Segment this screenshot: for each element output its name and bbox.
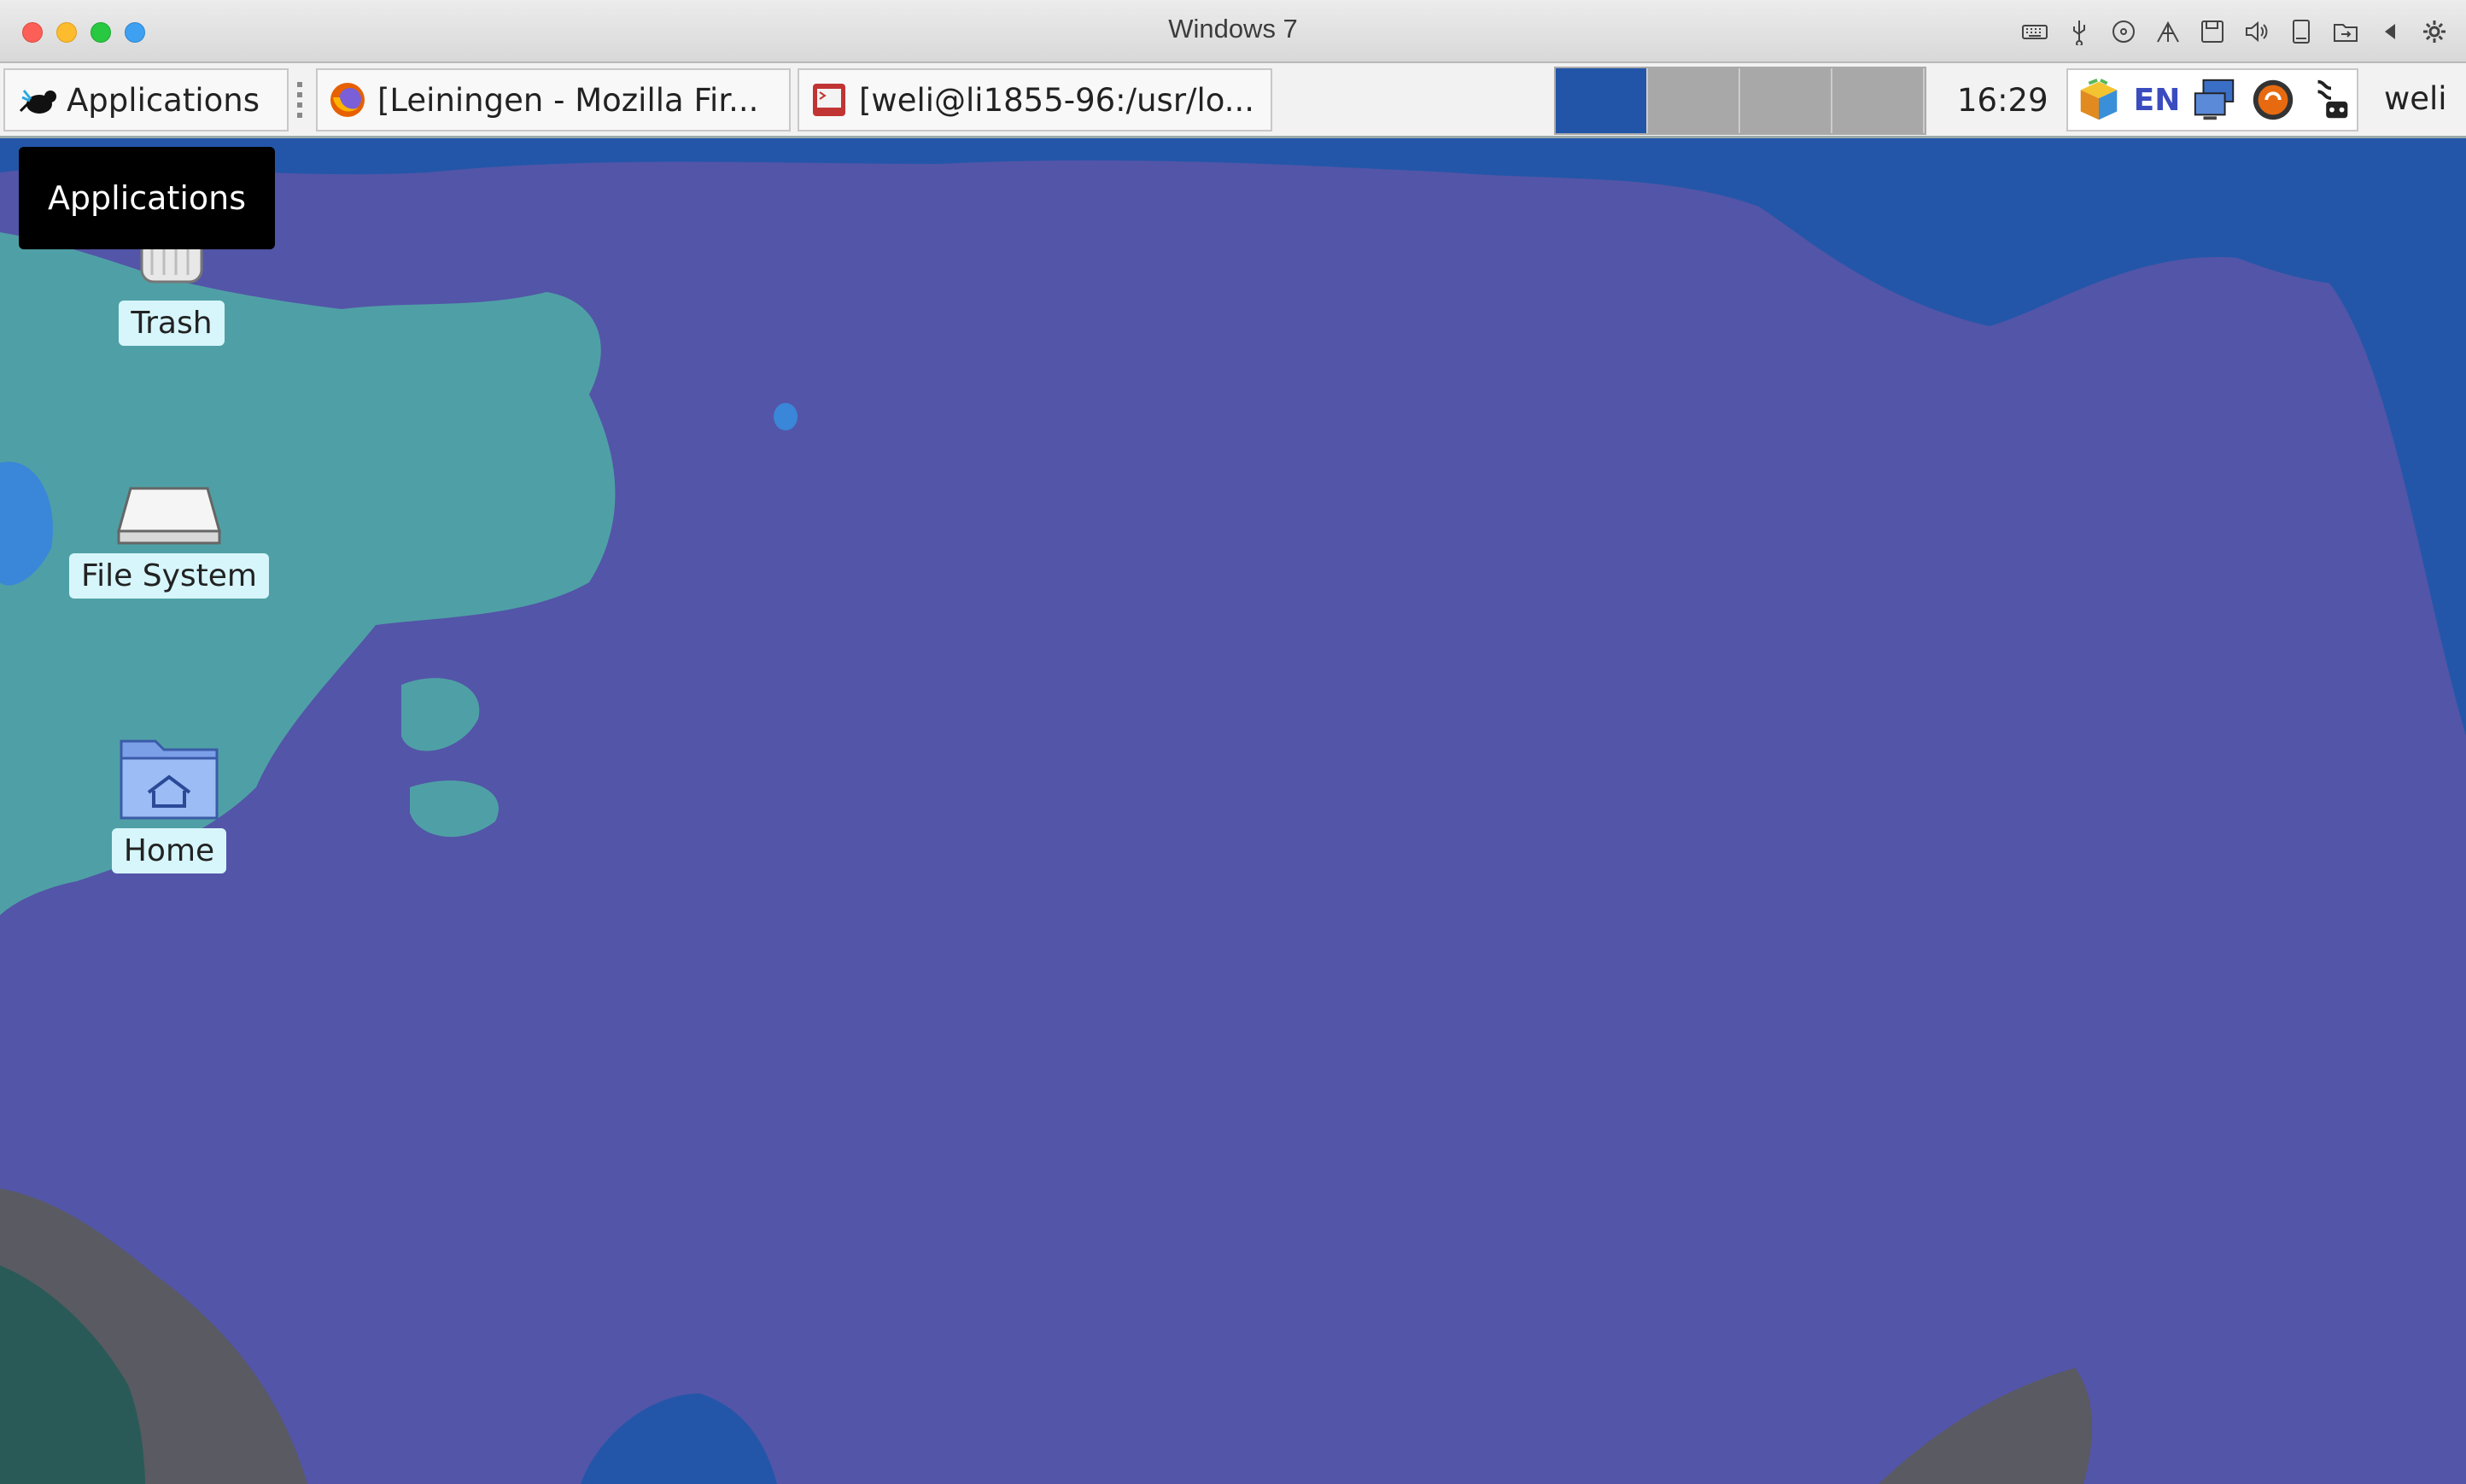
- desktop-icon-label: File System: [69, 553, 269, 599]
- desktop[interactable]: Trash File System Home Applications: [0, 138, 2466, 1484]
- network-manager-icon[interactable]: [2189, 73, 2241, 126]
- back-arrow-icon[interactable]: [2375, 15, 2405, 48]
- workspace-4[interactable]: [1832, 68, 1925, 133]
- guest-panel: Applications [Leiningen - Mozilla Fir...…: [0, 63, 2466, 138]
- workspace-3[interactable]: [1740, 68, 1832, 133]
- user-menu[interactable]: weli: [2384, 80, 2447, 117]
- keyboard-layout-indicator[interactable]: EN: [2131, 73, 2183, 126]
- taskbar-button-firefox[interactable]: [Leiningen - Mozilla Fir...: [316, 68, 791, 131]
- workspace-1[interactable]: [1556, 68, 1648, 133]
- taskbar-label-firefox: [Leiningen - Mozilla Fir...: [377, 81, 759, 119]
- workspace-2[interactable]: [1648, 68, 1740, 133]
- usb-icon[interactable]: [2065, 15, 2094, 48]
- taskbar-button-terminal[interactable]: [weli@li1855-96:/usr/lo...: [798, 68, 1272, 131]
- drive-icon: [117, 487, 221, 545]
- shared-folder-icon[interactable]: [2331, 15, 2360, 48]
- tray-app-icon[interactable]: [2305, 73, 2357, 126]
- vm-toolbar: [2020, 15, 2449, 48]
- desktop-icon-label: Trash: [119, 301, 225, 346]
- xfce-mouse-icon: [19, 80, 58, 120]
- audio-icon[interactable]: [2242, 15, 2271, 48]
- system-update-icon[interactable]: [2247, 73, 2299, 126]
- network-icon[interactable]: [2153, 15, 2183, 48]
- terminal-icon: [809, 80, 849, 120]
- desktop-icon-label: Home: [111, 828, 227, 873]
- floppy-icon[interactable]: [2198, 15, 2227, 48]
- firefox-icon: [328, 80, 367, 120]
- home-folder-icon: [120, 739, 219, 820]
- system-tray: EN: [2066, 68, 2358, 131]
- applications-menu-button[interactable]: Applications: [3, 68, 289, 131]
- panel-separator: [297, 82, 302, 120]
- applications-tooltip: Applications: [19, 147, 275, 249]
- vm-window-titlebar: Windows 7: [0, 0, 2466, 63]
- wallpaper: [0, 138, 2466, 1484]
- gear-icon[interactable]: [2420, 15, 2449, 48]
- package-updater-icon[interactable]: [2073, 73, 2124, 126]
- applications-label: Applications: [67, 81, 260, 119]
- workspace-switcher: [1554, 67, 1926, 135]
- desktop-icon-home[interactable]: Home: [109, 729, 229, 873]
- taskbar-label-terminal: [weli@li1855-96:/usr/lo...: [859, 81, 1255, 119]
- keyboard-icon[interactable]: [2020, 15, 2049, 48]
- clock[interactable]: 16:29: [1957, 82, 2048, 119]
- desktop-icon-file-system[interactable]: File System: [67, 471, 272, 599]
- disk-icon[interactable]: [2287, 15, 2316, 48]
- optical-drive-icon[interactable]: [2109, 15, 2138, 48]
